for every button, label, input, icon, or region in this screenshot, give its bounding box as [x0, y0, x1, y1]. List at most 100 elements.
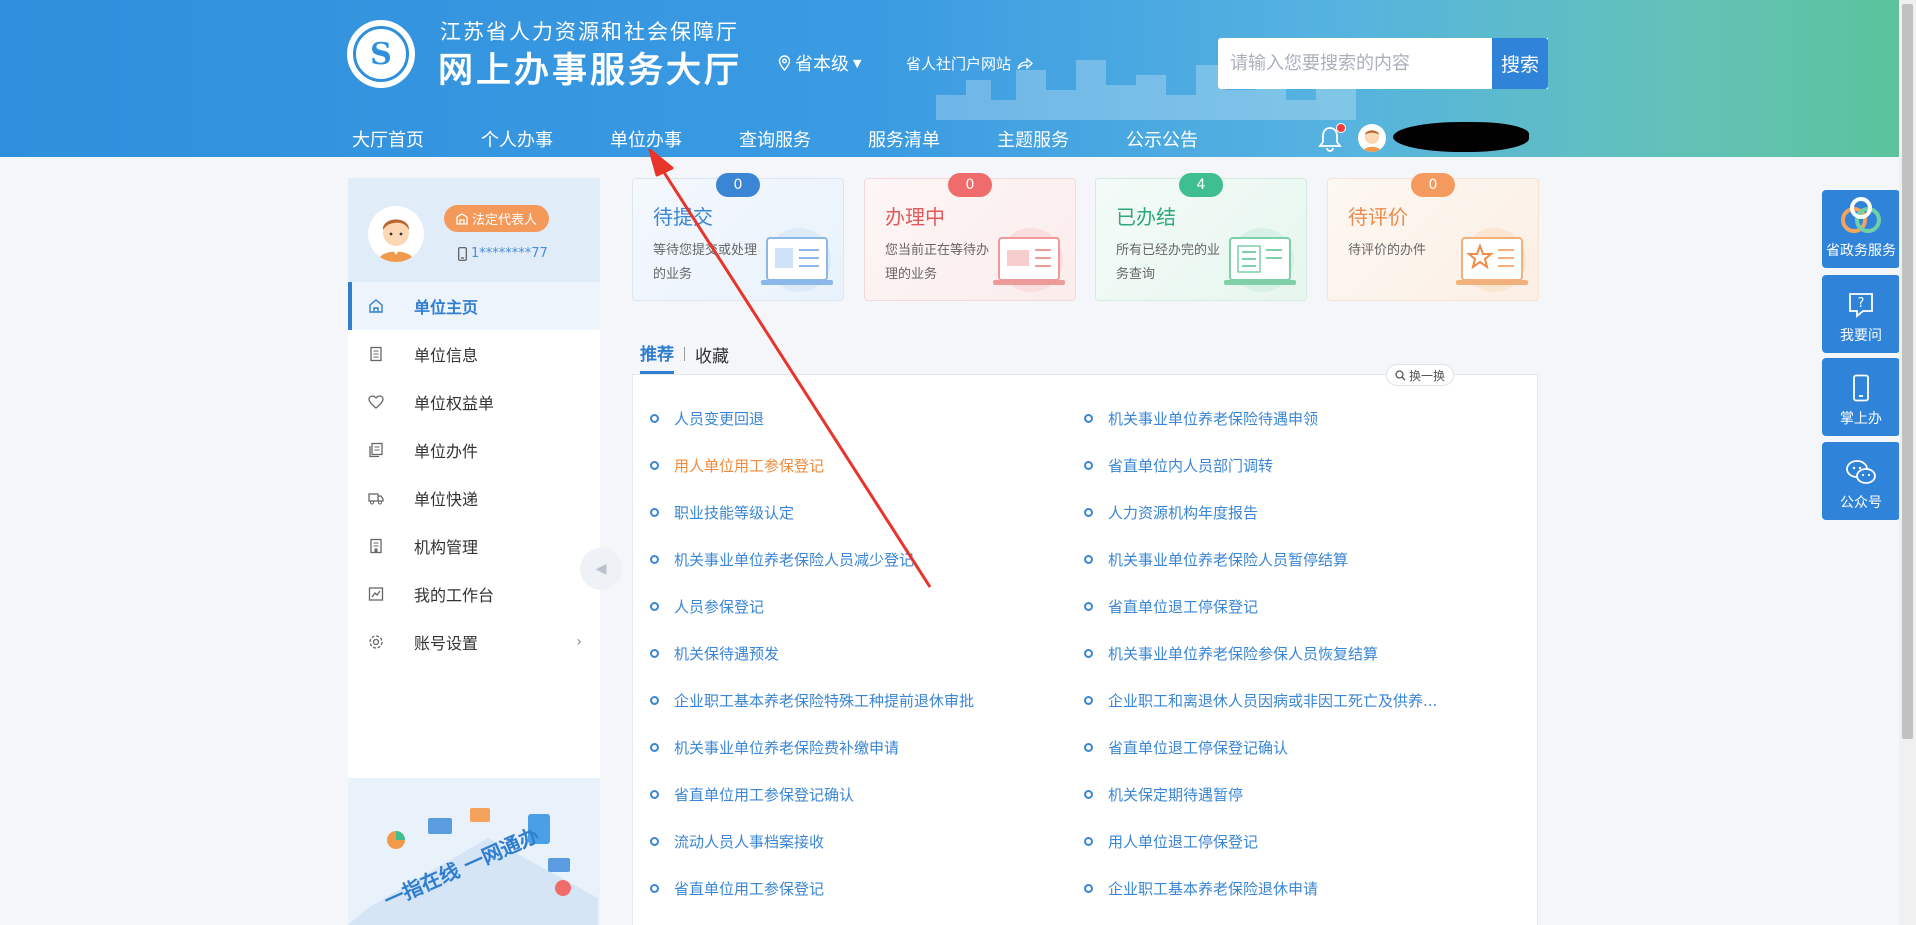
service-item[interactable]: 省直单位用工参保登记确认	[650, 771, 1084, 818]
gear-icon	[368, 634, 384, 650]
bullet-icon	[650, 508, 659, 517]
service-label: 人员变更回退	[674, 410, 765, 428]
user-avatar[interactable]	[1358, 124, 1386, 152]
wechat-icon	[1846, 460, 1876, 484]
laptop-chart-icon	[993, 228, 1065, 292]
service-label: 人力资源机构年度报告	[1108, 504, 1259, 522]
bullet-icon	[1084, 884, 1093, 893]
card-count: 0	[948, 173, 992, 197]
notification-dot	[1336, 123, 1346, 133]
card-completed[interactable]: 4 已办结 所有已经办完的业务查询	[1095, 173, 1307, 301]
location-icon	[778, 55, 791, 71]
nav-personal[interactable]: 个人办事	[481, 126, 553, 152]
bullet-icon	[650, 837, 659, 846]
service-item[interactable]: 用人单位用工参保登记	[650, 442, 1084, 489]
service-label: 人员参保登记	[674, 598, 765, 616]
card-title: 已办结	[1116, 205, 1176, 229]
sidebar-item-workbench[interactable]: 我的工作台	[348, 570, 600, 618]
service-item[interactable]: 人员参保登记	[650, 583, 1084, 630]
service-label: 机关保待遇预发	[674, 645, 780, 663]
nav-service-list[interactable]: 服务清单	[868, 126, 940, 152]
scrollbar-thumb[interactable]	[1902, 4, 1913, 739]
logo[interactable]: S	[347, 20, 415, 88]
bullet-icon	[650, 602, 659, 611]
service-label: 用人单位用工参保登记	[674, 457, 825, 475]
service-item[interactable]: 用人单位退工停保登记	[1084, 818, 1524, 865]
service-item[interactable]: 机关事业单位养老保险参保人员恢复结算	[1084, 630, 1524, 677]
float-ask[interactable]: ? 我要问	[1822, 275, 1900, 353]
nav-announcement[interactable]: 公示公告	[1126, 126, 1198, 152]
service-tabs: 推荐 收藏	[640, 340, 729, 374]
service-label: 机关事业单位养老保险待遇申领	[1108, 410, 1319, 428]
portal-link[interactable]: 省人社门户网站	[906, 53, 1033, 74]
float-mobile[interactable]: 掌上办	[1822, 358, 1900, 436]
service-item[interactable]: 省直单位内人员部门调转	[1084, 442, 1524, 489]
tab-recommend[interactable]: 推荐	[640, 340, 674, 374]
tab-favorites[interactable]: 收藏	[695, 342, 729, 373]
service-item[interactable]: 省直单位用工参保登记	[650, 865, 1084, 912]
main-nav: 大厅首页 个人办事 单位办事 查询服务 服务清单 主题服务 公示公告	[352, 126, 1255, 152]
sidebar-item-express[interactable]: 单位快递	[348, 474, 600, 522]
laptop-star-icon	[1456, 228, 1528, 292]
sidebar-item-rights[interactable]: 单位权益单	[348, 378, 600, 426]
sidebar-item-institution[interactable]: 机构管理	[348, 522, 600, 570]
sidebar-illustration: 一指在线 一网通办	[348, 778, 600, 925]
nav-query[interactable]: 查询服务	[739, 126, 811, 152]
question-bubble-icon: ?	[1849, 293, 1873, 318]
card-count: 0	[716, 173, 760, 197]
heart-shield-icon	[368, 394, 384, 410]
service-item[interactable]: 职业技能等级认定	[650, 489, 1084, 536]
refresh-label: 换一换	[1409, 368, 1446, 383]
nav-theme[interactable]: 主题服务	[997, 126, 1069, 152]
service-item[interactable]: 机关保定期待遇暂停	[1084, 771, 1524, 818]
service-item[interactable]: 企业职工基本养老保险特殊工种提前退休审批	[650, 677, 1084, 724]
sidebar-item-info[interactable]: 单位信息	[348, 330, 600, 378]
card-in-progress[interactable]: 0 办理中 您当前正在等待办理的业务	[864, 173, 1076, 301]
service-item[interactable]: 机关事业单位养老保险费补缴申请	[650, 724, 1084, 771]
bullet-icon	[650, 884, 659, 893]
service-item[interactable]: 企业职工基本养老保险退休申请	[1084, 865, 1524, 912]
sidebar-item-cases[interactable]: 单位办件	[348, 426, 600, 474]
notification-bell-icon[interactable]	[1318, 123, 1346, 152]
service-item[interactable]: 流动人员人事档案接收	[650, 818, 1084, 865]
page-scrollbar[interactable]	[1899, 0, 1916, 925]
profile-card: 法定代表人 1********77	[348, 178, 600, 282]
search-button[interactable]: 搜索	[1492, 38, 1548, 89]
bullet-icon	[650, 790, 659, 799]
service-item[interactable]: 机关保待遇预发	[650, 630, 1084, 677]
service-item[interactable]: 人员变更回退	[650, 395, 1084, 442]
bullet-icon	[1084, 555, 1093, 564]
region-selector[interactable]: 省本级 ▼	[778, 50, 861, 76]
service-label: 企业职工和离退休人员因病或非因工死亡及供养...	[1108, 692, 1438, 710]
bullet-icon	[1084, 649, 1093, 658]
building-icon	[456, 212, 468, 225]
building-icon	[368, 538, 384, 554]
bullet-icon	[650, 414, 659, 423]
float-gov-service[interactable]: 省政务服务	[1822, 190, 1900, 268]
float-wechat[interactable]: 公众号	[1822, 442, 1900, 520]
card-pending-submit[interactable]: 0 待提交 等待您提交或处理的业务	[632, 173, 844, 301]
sidebar-item-label: 单位信息	[414, 346, 479, 365]
search-icon	[1395, 369, 1406, 380]
service-item[interactable]: 机关事业单位养老保险人员暂停结算	[1084, 536, 1524, 583]
mobile-phone-icon	[1853, 374, 1869, 402]
portal-link-label: 省人社门户网站	[906, 55, 1012, 73]
service-label: 省直单位退工停保登记	[1108, 598, 1259, 616]
service-item[interactable]: 省直单位退工停保登记	[1084, 583, 1524, 630]
gov-service-logo-icon	[1841, 197, 1881, 233]
nav-home[interactable]: 大厅首页	[352, 126, 424, 152]
nav-organization[interactable]: 单位办事	[610, 126, 682, 152]
bullet-icon	[1084, 790, 1093, 799]
sidebar-collapse-button[interactable]: ◀	[580, 548, 622, 590]
service-item[interactable]: 人力资源机构年度报告	[1084, 489, 1524, 536]
card-pending-review[interactable]: 0 待评价 待评价的办件	[1327, 173, 1539, 301]
bullet-icon	[650, 743, 659, 752]
service-item[interactable]: 企业职工和离退休人员因病或非因工死亡及供养...	[1084, 677, 1524, 724]
sidebar-item-account[interactable]: 账号设置 ›	[348, 618, 600, 666]
service-item[interactable]: 机关事业单位养老保险待遇申领	[1084, 395, 1524, 442]
sidebar-item-home[interactable]: 单位主页	[348, 282, 600, 330]
refresh-button[interactable]: 换一换	[1386, 364, 1455, 386]
service-item[interactable]: 省直单位退工停保登记确认	[1084, 724, 1524, 771]
header-banner: S 江苏省人力资源和社会保障厅 网上办事服务大厅 省本级 ▼ 省人社门户网站 搜…	[0, 0, 1916, 157]
service-item[interactable]: 机关事业单位养老保险人员减少登记	[650, 536, 1084, 583]
